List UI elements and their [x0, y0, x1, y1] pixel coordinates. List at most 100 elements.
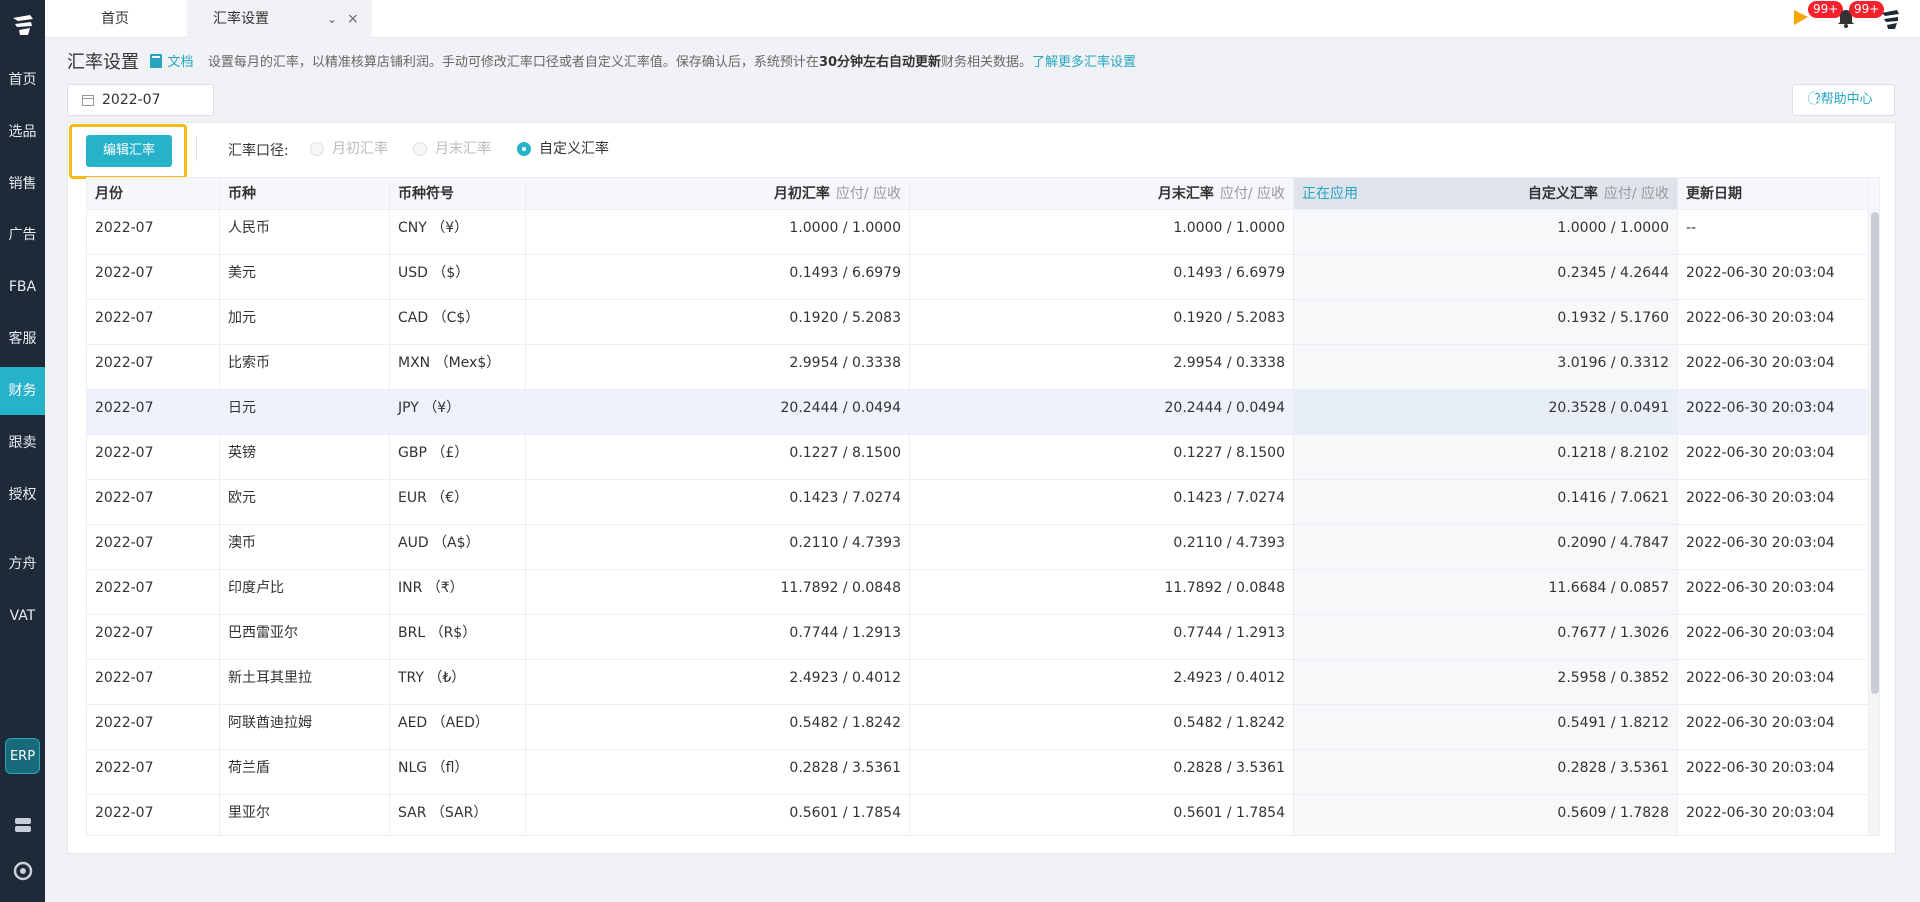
cell-custom: 0.7677 / 1.3026: [1294, 615, 1678, 659]
scrollbar-thumb[interactable]: [1871, 212, 1879, 694]
sidebar-item-8[interactable]: 授权: [0, 471, 45, 519]
table-row[interactable]: 2022-07 比索币 MXN （Mex$） 2.9954 / 0.3338 2.995…: [87, 345, 1879, 390]
erp-button[interactable]: ERP: [5, 738, 40, 774]
doc-link-label: 文档: [167, 55, 194, 70]
radio-start-rate[interactable]: 月初汇率: [310, 140, 388, 158]
sidebar-item-9[interactable]: 方舟: [0, 540, 45, 588]
month-value: 2022-07: [102, 92, 161, 108]
cell-start: 0.1423 / 7.0274: [526, 480, 910, 524]
divider: [196, 137, 197, 161]
sidebar-item-2[interactable]: 销售: [0, 160, 45, 208]
close-icon[interactable]: ×: [347, 0, 359, 38]
cell-symbol: USD （$）: [390, 255, 526, 299]
cell-currency: 比索币: [220, 345, 390, 389]
store-icon[interactable]: [12, 814, 34, 836]
table-row[interactable]: 2022-07 阿联酋迪拉姆 AED （AED） 0.5482 / 1.8242 0.5…: [87, 705, 1879, 750]
month-picker[interactable]: 2022-07: [67, 84, 214, 116]
sidebar-item-6[interactable]: 财务: [0, 367, 45, 415]
cell-month: 2022-07: [87, 525, 220, 569]
table-row[interactable]: 2022-07 巴西雷亚尔 BRL （R$） 0.7744 / 1.2913 0.774…: [87, 615, 1879, 660]
cell-symbol: BRL （R$）: [390, 615, 526, 659]
cell-updated: 2022-06-30 20:03:04: [1678, 255, 1869, 299]
cell-symbol: AUD （A$）: [390, 525, 526, 569]
cell-custom: 0.1218 / 8.2102: [1294, 435, 1678, 479]
caliber-label: 汇率口径:: [228, 143, 289, 159]
table-row[interactable]: 2022-07 澳币 AUD （A$） 0.2110 / 4.7393 0.2110 /…: [87, 525, 1879, 570]
support-icon[interactable]: [12, 860, 34, 882]
cell-end: 0.2110 / 4.7393: [910, 525, 1294, 569]
cell-custom: 3.0196 / 0.3312: [1294, 345, 1678, 389]
table-row[interactable]: 2022-07 新土耳其里拉 TRY （₺） 2.4923 / 0.4012 2.492…: [87, 660, 1879, 705]
cell-end: 0.1423 / 7.0274: [910, 480, 1294, 524]
table-row[interactable]: 2022-07 里亚尔 SAR （SAR） 0.5601 / 1.7854 0.5601…: [87, 795, 1879, 835]
cell-currency: 荷兰盾: [220, 750, 390, 794]
cell-symbol: JPY （¥）: [390, 390, 526, 434]
table-row[interactable]: 2022-07 欧元 EUR （€） 0.1423 / 7.0274 0.1423 / …: [87, 480, 1879, 525]
cell-updated: 2022-06-30 20:03:04: [1678, 345, 1869, 389]
cell-currency: 阿联酋迪拉姆: [220, 705, 390, 749]
sidebar-item-4[interactable]: FBA: [0, 263, 45, 311]
cell-month: 2022-07: [87, 390, 220, 434]
learn-more-link[interactable]: 了解更多汇率设置: [1032, 55, 1136, 70]
user-avatar-icon[interactable]: [1878, 7, 1902, 31]
cell-month: 2022-07: [87, 705, 220, 749]
cell-end: 2.9954 / 0.3338: [910, 345, 1294, 389]
cell-end: 1.0000 / 1.0000: [910, 210, 1294, 254]
table-row[interactable]: 2022-07 美元 USD （$） 0.1493 / 6.6979 0.1493 / …: [87, 255, 1879, 300]
sidebar-item-0[interactable]: 首页: [0, 56, 45, 104]
cell-currency: 澳币: [220, 525, 390, 569]
radio-custom-rate[interactable]: 自定义汇率: [517, 140, 609, 158]
cell-start: 0.2828 / 3.5361: [526, 750, 910, 794]
cell-start: 0.5601 / 1.7854: [526, 795, 910, 835]
help-center-button[interactable]: ?⃝帮助中心: [1792, 84, 1895, 116]
cell-symbol: SAR （SAR）: [390, 795, 526, 835]
sidebar-item-1[interactable]: 选品: [0, 108, 45, 156]
radio-label: 月初汇率: [332, 141, 388, 157]
cell-custom: 0.1416 / 7.0621: [1294, 480, 1678, 524]
book-icon: [150, 54, 163, 68]
cell-custom: 0.2345 / 4.2644: [1294, 255, 1678, 299]
table-row[interactable]: 2022-07 荷兰盾 NLG （fl） 0.2828 / 3.5361 0.2828 …: [87, 750, 1879, 795]
cell-end: 0.5601 / 1.7854: [910, 795, 1294, 835]
col-symbol: 币种符号: [390, 178, 526, 209]
page-header: 汇率设置 文档 设置每月的汇率，以精准核算店铺利润。手动可修改汇率口径或者自定义…: [67, 51, 1136, 75]
tab-home[interactable]: 首页: [45, 0, 185, 38]
sidebar-item-5[interactable]: 客服: [0, 315, 45, 363]
cell-currency: 美元: [220, 255, 390, 299]
cell-updated: --: [1678, 210, 1869, 254]
cell-currency: 印度卢比: [220, 570, 390, 614]
radio-end-rate[interactable]: 月末汇率: [413, 140, 491, 158]
table-row[interactable]: 2022-07 日元 JPY （¥） 20.2444 / 0.0494 20.2444 …: [87, 390, 1879, 435]
cell-updated: 2022-06-30 20:03:04: [1678, 435, 1869, 479]
chevron-down-icon[interactable]: ⌄: [327, 0, 337, 38]
tab-exchange-rate[interactable]: 汇率设置 ⌄ ×: [187, 0, 372, 38]
page-description: 设置每月的汇率，以精准核算店铺利润。手动可修改汇率口径或者自定义汇率值。保存确认…: [207, 55, 1033, 70]
cell-updated: 2022-06-30 20:03:04: [1678, 615, 1869, 659]
cell-updated: 2022-06-30 20:03:04: [1678, 570, 1869, 614]
table-row[interactable]: 2022-07 印度卢比 INR （₹） 11.7892 / 0.0848 11.789…: [87, 570, 1879, 615]
table-row[interactable]: 2022-07 英镑 GBP （£） 0.1227 / 8.1500 0.1227 / …: [87, 435, 1879, 480]
cell-start: 11.7892 / 0.0848: [526, 570, 910, 614]
cell-month: 2022-07: [87, 210, 220, 254]
sidebar-item-3[interactable]: 广告: [0, 211, 45, 259]
sidebar-item-10[interactable]: VAT: [0, 592, 45, 640]
cell-month: 2022-07: [87, 345, 220, 389]
applied-tag: 正在应用: [1302, 186, 1358, 202]
cell-end: 0.1227 / 8.1500: [910, 435, 1294, 479]
cell-custom: 0.1932 / 5.1760: [1294, 300, 1678, 344]
cell-month: 2022-07: [87, 435, 220, 479]
sidebar: 首页 选品 销售 广告 FBA 客服 财务 跟卖 授权方舟 VAT ERP: [0, 0, 45, 902]
page-title: 汇率设置: [67, 52, 139, 73]
sidebar-item-7[interactable]: 跟卖: [0, 419, 45, 467]
doc-link[interactable]: 文档: [149, 51, 193, 75]
app-logo-icon[interactable]: [10, 12, 36, 38]
cell-updated: 2022-06-30 20:03:04: [1678, 390, 1869, 434]
table-row[interactable]: 2022-07 加元 CAD （C$） 0.1920 / 5.2083 0.1920 /…: [87, 300, 1879, 345]
edit-rate-button[interactable]: 编辑汇率: [86, 135, 172, 167]
top-tabbar: 首页 汇率设置 ⌄ ×: [45, 0, 1920, 38]
table-row[interactable]: 2022-07 人民币 CNY （¥） 1.0000 / 1.0000 1.0000 /…: [87, 210, 1879, 255]
cell-symbol: INR （₹）: [390, 570, 526, 614]
cell-start: 2.9954 / 0.3338: [526, 345, 910, 389]
cell-end: 20.2444 / 0.0494: [910, 390, 1294, 434]
cell-end: 0.5482 / 1.8242: [910, 705, 1294, 749]
